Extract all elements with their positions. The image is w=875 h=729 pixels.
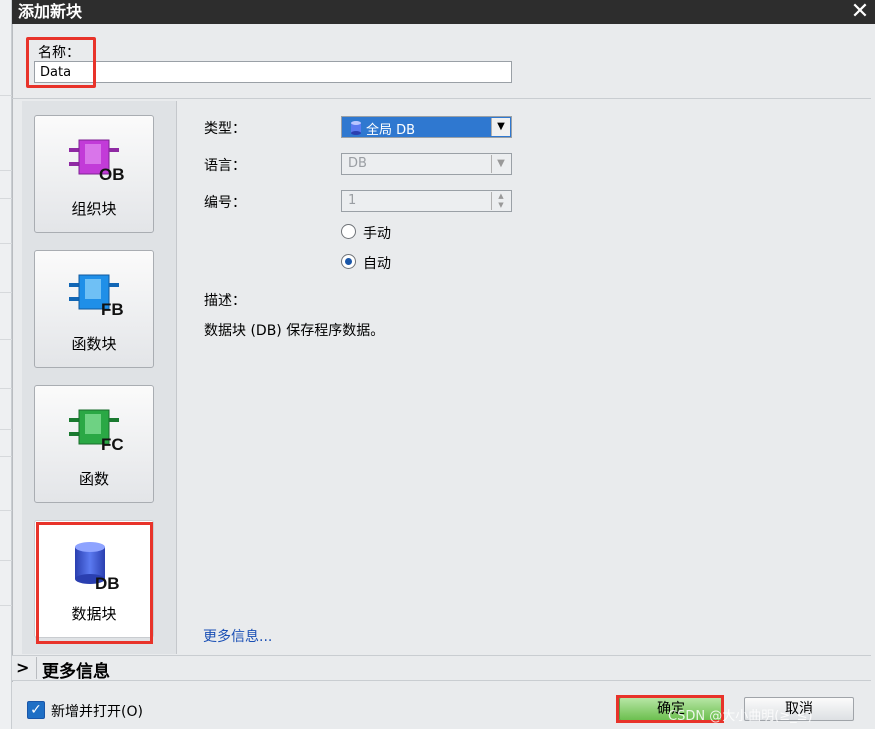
block-label: 函数块	[71, 335, 117, 353]
name-label: 名称：	[38, 45, 80, 61]
svg-text:DB: DB	[95, 574, 120, 593]
close-icon[interactable]: ✕	[845, 0, 875, 24]
db-small-icon	[351, 121, 361, 135]
type-value: 全局 DB	[366, 123, 416, 138]
block-option-db[interactable]: DB 数据块	[34, 520, 154, 638]
more-info-section[interactable]	[12, 655, 871, 681]
manual-radio[interactable]	[341, 224, 356, 239]
description-text: 数据块 (DB) 保存程序数据。	[204, 323, 385, 339]
block-label: 组织块	[71, 200, 117, 218]
add-and-open-checkbox[interactable]: ✓	[27, 701, 45, 719]
ob-block-icon: OB	[69, 139, 125, 184]
language-label: 语言：	[204, 158, 246, 174]
number-label: 编号：	[204, 195, 246, 211]
svg-text:OB: OB	[99, 165, 125, 184]
chevron-right-icon[interactable]: >	[16, 658, 29, 677]
block-properties-panel	[178, 101, 871, 654]
background-window-strip	[0, 0, 12, 729]
manual-radio-label: 手动	[363, 226, 391, 242]
fb-block-icon: FB	[69, 274, 124, 319]
add-and-open-label: 新增并打开(O)	[51, 704, 143, 720]
auto-radio[interactable]	[341, 254, 356, 269]
svg-text:FB: FB	[101, 300, 124, 319]
db-block-icon: DB	[75, 542, 120, 593]
name-input[interactable]	[34, 61, 512, 83]
divider	[36, 657, 37, 679]
block-option-fb[interactable]: FB 函数块	[34, 250, 154, 368]
number-value: 1	[348, 193, 357, 208]
block-label: 数据块	[71, 605, 117, 623]
block-option-fc[interactable]: FC 函数	[34, 385, 154, 503]
chevron-down-icon[interactable]: ▼	[491, 118, 510, 136]
svg-text:FC: FC	[101, 435, 124, 454]
fc-block-icon: FC	[69, 409, 124, 454]
more-info-title: 更多信息	[42, 662, 110, 682]
chevron-down-icon: ▼	[491, 155, 510, 173]
type-dropdown[interactable]: 全局 DB ▼	[341, 116, 512, 138]
cancel-button[interactable]: 取消	[744, 697, 854, 721]
spin-arrows-icon: ▲ ▼	[491, 192, 510, 210]
language-dropdown: DB ▼	[341, 153, 512, 175]
divider	[12, 98, 871, 99]
description-label: 描述：	[204, 293, 246, 309]
more-info-link[interactable]: 更多信息...	[203, 626, 272, 646]
block-label: 函数	[78, 470, 109, 488]
language-value: DB	[348, 156, 367, 171]
block-option-ob[interactable]: OB 组织块	[34, 115, 154, 233]
ok-button[interactable]: 确定	[619, 697, 723, 721]
type-label: 类型：	[204, 121, 246, 137]
dialog-title: 添加新块	[12, 0, 875, 24]
number-stepper: 1 ▲ ▼	[341, 190, 512, 212]
auto-radio-label: 自动	[363, 256, 391, 272]
